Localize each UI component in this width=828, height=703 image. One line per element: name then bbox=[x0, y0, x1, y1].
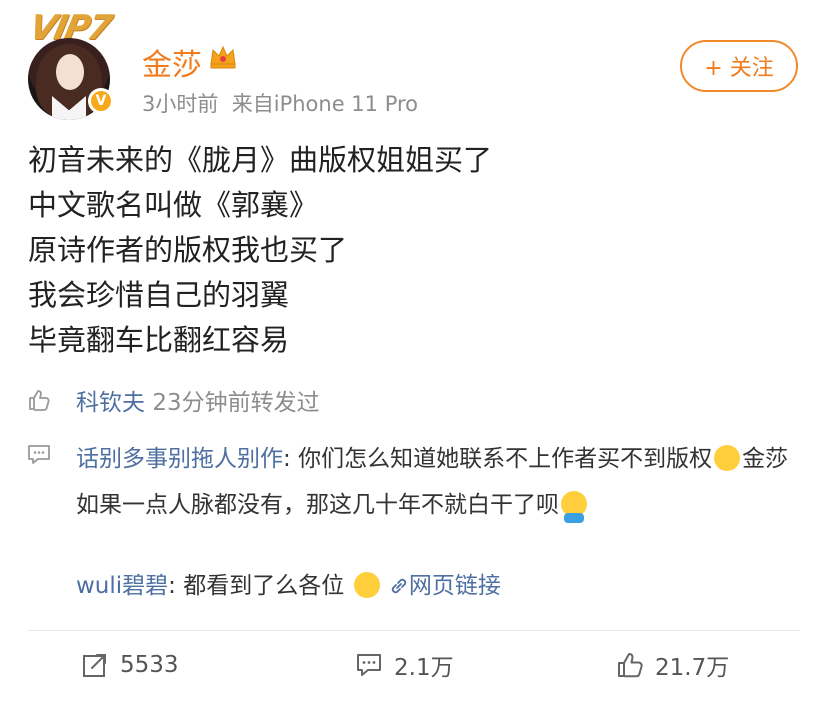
repost-count: 5533 bbox=[120, 652, 179, 678]
post-line: 毕竟翻车比翻红容易 bbox=[28, 323, 290, 357]
post-time: 3小时前 bbox=[142, 92, 219, 116]
crown-icon bbox=[210, 45, 236, 69]
comment-user-link[interactable]: 话别多事别拖人别作 bbox=[76, 446, 283, 472]
repost-icon bbox=[83, 654, 106, 677]
like-icon bbox=[618, 653, 643, 678]
comments-button[interactable]: 2.1万 bbox=[354, 645, 454, 685]
post-line: 初音未来的《胧月》曲版权姐姐买了 bbox=[28, 143, 493, 177]
avatar-face bbox=[56, 54, 84, 90]
scream-emoji-icon bbox=[353, 572, 380, 598]
post-content: 初音未来的《胧月》曲版权姐姐买了 中文歌名叫做《郭襄》 原诗作者的版权我也买了 … bbox=[28, 138, 492, 363]
smirk-emoji-icon bbox=[714, 445, 741, 471]
comment-icon bbox=[28, 445, 50, 464]
repost-button[interactable]: 5533 bbox=[80, 645, 179, 685]
follow-label: + 关注 bbox=[704, 56, 774, 81]
username[interactable]: 金莎 bbox=[142, 40, 202, 84]
repost-notice-text: 23分钟前转发过 bbox=[152, 390, 320, 416]
comment-item: wuli碧碧: 都看到了么各位 网页链接 bbox=[76, 568, 501, 604]
comment-colon: : bbox=[283, 446, 299, 472]
repost-user-link[interactable]: 科钦夫 bbox=[76, 390, 145, 416]
comment-icon bbox=[357, 654, 381, 676]
web-link-label: 网页链接 bbox=[408, 573, 501, 599]
like-button[interactable]: 21.7万 bbox=[615, 645, 729, 685]
comment-item: 话别多事别拖人别作: 你们怎么知道她联系不上作者买不到版权 金莎如果一点人脉都没有… bbox=[76, 436, 806, 528]
post-line: 我会珍惜自己的羽翼 bbox=[28, 278, 290, 312]
comment-text: 你们怎么知道她联系不上作者买不到版权 bbox=[298, 446, 713, 472]
verified-icon: V bbox=[88, 88, 114, 114]
link-icon bbox=[391, 578, 407, 594]
follow-button[interactable]: + 关注 bbox=[680, 40, 798, 92]
post-source: 来自iPhone 11 Pro bbox=[231, 92, 419, 116]
comment-user-link[interactable]: wuli碧碧 bbox=[76, 573, 168, 599]
post-line: 中文歌名叫做《郭襄》 bbox=[28, 188, 319, 222]
post-meta: 3小时前 来自iPhone 11 Pro bbox=[142, 88, 418, 118]
comment-text: 都看到了么各位 bbox=[183, 573, 345, 599]
like-icon bbox=[29, 390, 50, 411]
hug-emoji-icon bbox=[561, 491, 587, 523]
repost-notice: 科钦夫 23分钟前转发过 bbox=[76, 383, 320, 417]
comment-colon: : bbox=[168, 573, 184, 599]
likes-count: 21.7万 bbox=[655, 655, 730, 681]
post-line: 原诗作者的版权我也买了 bbox=[28, 233, 348, 267]
web-link[interactable]: 网页链接 bbox=[389, 573, 501, 599]
divider bbox=[28, 630, 800, 631]
comments-count: 2.1万 bbox=[394, 655, 454, 681]
